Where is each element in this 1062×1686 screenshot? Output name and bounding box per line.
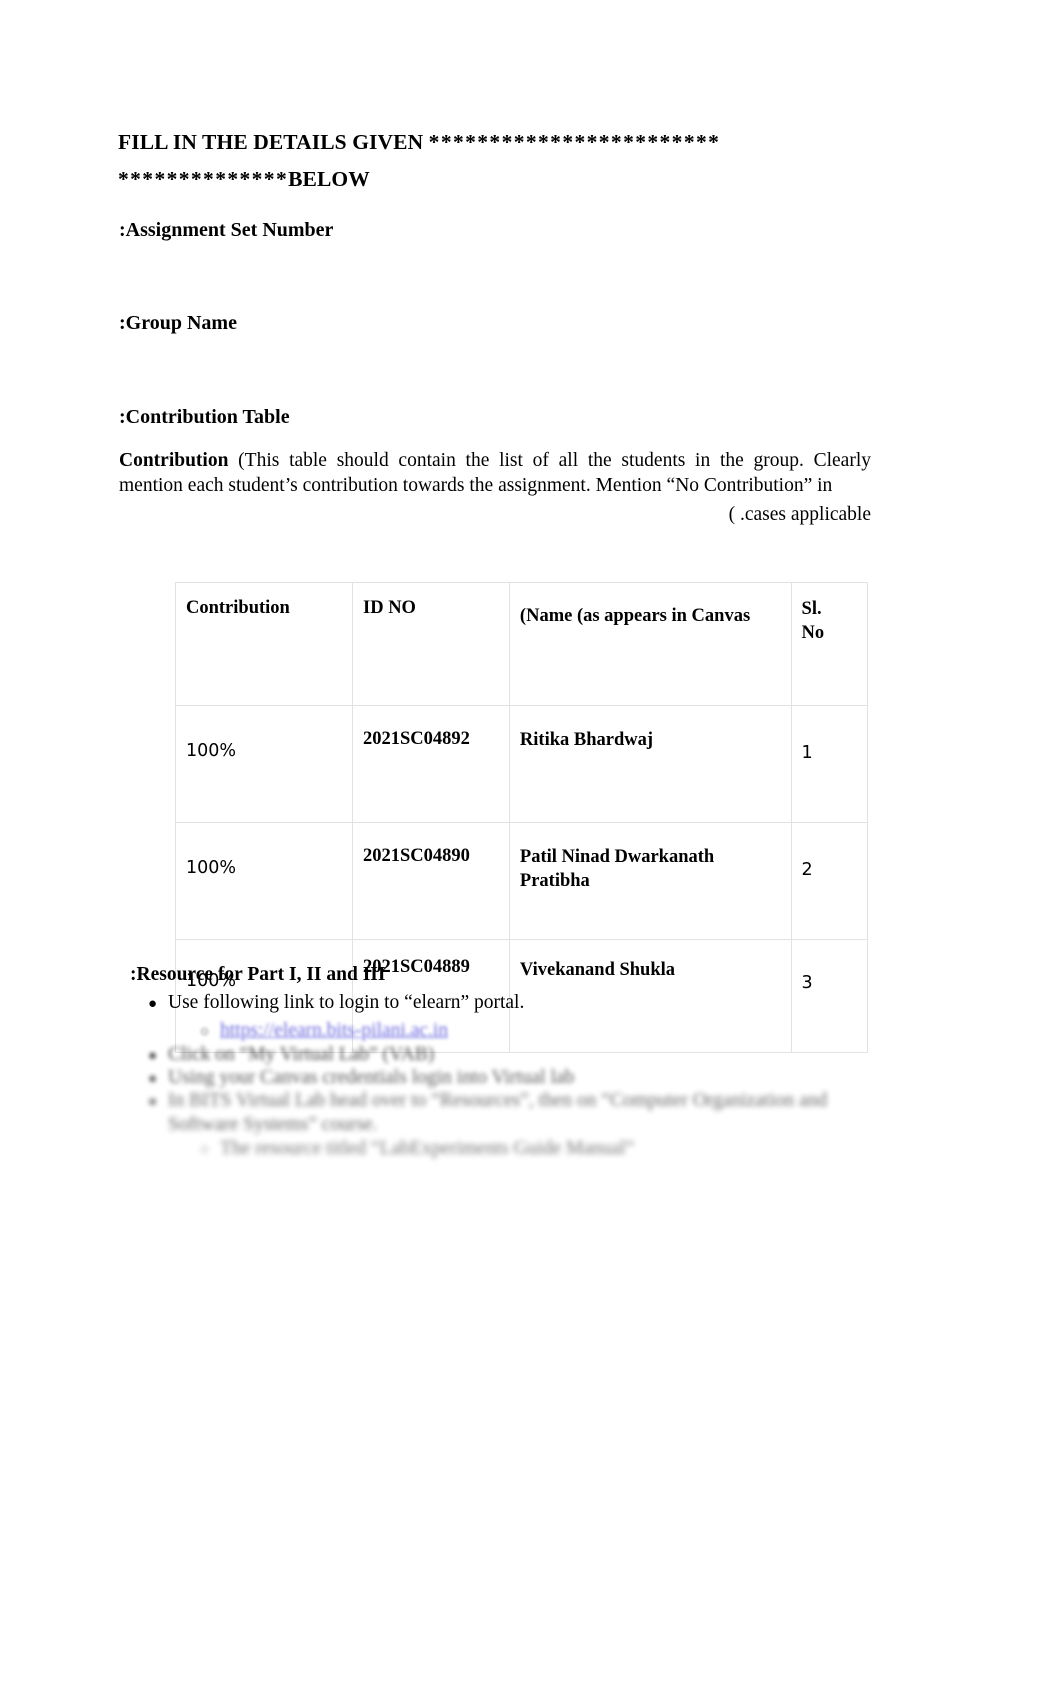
list-item-label: Click on “My Virtual Lab” (VAB) — [168, 1044, 435, 1065]
header-name: (Name (as appears in Canvas — [508, 582, 792, 706]
cell-name: Patil Ninad Dwarkanath Pratibha — [508, 822, 792, 940]
cell-contribution: 100% — [174, 705, 354, 823]
document-heading: FILL IN THE DETAILS GIVEN **************… — [118, 124, 908, 198]
bullet-icon: ● — [148, 1094, 158, 1110]
label-resource-section: :Resource for Part I, II and III — [130, 964, 386, 985]
header-contribution: Contribution — [174, 582, 354, 706]
header-id-no: ID NO — [352, 582, 510, 706]
heading-stars-line-2: ************** — [118, 167, 289, 191]
cell-sl-no: 1 — [790, 705, 869, 823]
table-row: 100% 2021SC04890 Patil Ninad Dwarkanath … — [174, 822, 869, 940]
sub-bullet-icon: ○ — [200, 1142, 210, 1158]
list-item: ● In BITS Virtual Lab head over to “Reso… — [148, 1089, 868, 1137]
cell-contribution: 100% — [174, 822, 354, 940]
list-item-label: Use following link to login to “elearn” … — [168, 992, 525, 1013]
bullet-icon: ● — [148, 1048, 158, 1064]
cell-name: Vivekanand Shukla — [508, 939, 792, 1053]
cell-sl-no: 2 — [790, 822, 869, 940]
list-item-label: The resource titled “LabExperiments Guid… — [220, 1138, 635, 1159]
table-header-row: Contribution ID NO (Name (as appears in … — [174, 582, 869, 706]
document-page: FILL IN THE DETAILS GIVEN **************… — [0, 0, 1062, 1686]
cell-sl-no: 3 — [790, 939, 869, 1053]
heading-text-suffix: BELOW — [288, 167, 370, 191]
label-contribution-table: :Contribution Table — [119, 406, 290, 428]
list-item: ○ The resource titled “LabExperiments Gu… — [200, 1137, 634, 1162]
bullet-icon: ● — [148, 996, 158, 1012]
heading-stars-line-1: ************************ — [428, 130, 721, 154]
list-item-label: In BITS Virtual Lab head over to “Resour… — [168, 1090, 828, 1135]
paragraph-body: (This table should contain the list of a… — [119, 450, 871, 496]
heading-text-prefix: FILL IN THE DETAILS GIVEN — [118, 130, 429, 154]
bullet-icon: ● — [148, 1071, 158, 1087]
cell-name: Ritika Bhardwaj — [508, 705, 792, 823]
list-item: ● Click on “My Virtual Lab” (VAB) — [148, 1043, 434, 1068]
list-item: ● Use following link to login to “elearn… — [148, 991, 524, 1016]
elearn-portal-link[interactable]: https://elearn.bits-pilani.ac.in — [220, 1019, 448, 1043]
cell-id-no: 2021SC04890 — [352, 822, 510, 940]
label-group-name: :Group Name — [119, 312, 237, 334]
list-item[interactable]: ○ https://elearn.bits-pilani.ac.in — [200, 1019, 448, 1044]
sub-bullet-icon: ○ — [200, 1024, 210, 1040]
contribution-instructions: Contribution (This table should contain … — [119, 449, 871, 498]
cell-id-no: 2021SC04892 — [352, 705, 510, 823]
table-row: 100% 2021SC04892 Ritika Bhardwaj 1 — [174, 705, 869, 823]
paragraph-tail-line: ( .cases applicable — [728, 504, 871, 525]
label-assignment-set-number: :Assignment Set Number — [119, 219, 334, 241]
paragraph-lead: Contribution — [119, 450, 229, 471]
list-item: ● Using your Canvas credentials login in… — [148, 1066, 574, 1091]
list-item-label: Using your Canvas credentials login into… — [168, 1067, 575, 1088]
heading-line-2: **************BELOW — [118, 161, 908, 198]
header-sl-no: Sl. No — [790, 582, 869, 706]
heading-line-1: FILL IN THE DETAILS GIVEN **************… — [118, 124, 908, 161]
